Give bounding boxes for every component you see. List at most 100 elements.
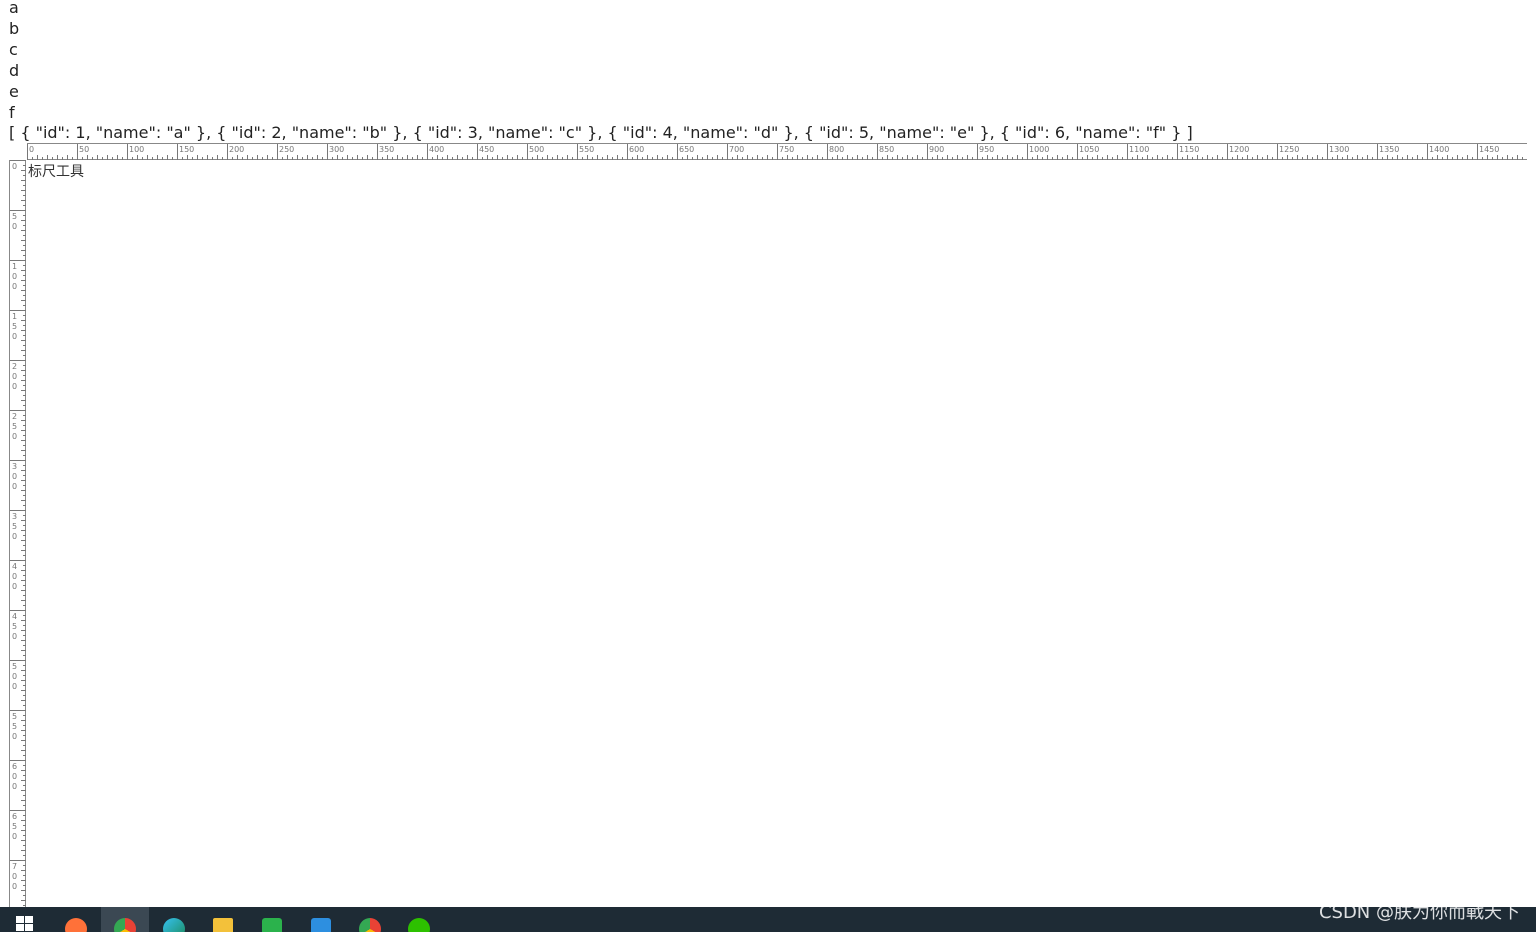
wechat-icon <box>408 918 430 932</box>
ruler-tick-label: 850 <box>879 145 894 154</box>
chrome-icon-2 <box>359 918 381 932</box>
taskbar-wechat[interactable] <box>395 907 443 932</box>
list-item: b <box>9 19 20 38</box>
start-icon <box>16 916 34 932</box>
svg-text:0: 0 <box>12 432 17 441</box>
ruler-tick-label: 400 <box>429 145 444 154</box>
ruler-tick-label: 1350 <box>1379 145 1399 154</box>
ruler-tick-label: 1250 <box>1279 145 1299 154</box>
svg-text:0: 0 <box>12 332 17 341</box>
svg-text:0: 0 <box>12 482 17 491</box>
taskbar-chrome[interactable] <box>101 907 149 932</box>
ruler-tick-label: 1300 <box>1329 145 1349 154</box>
svg-text:5: 5 <box>12 622 17 631</box>
ruler-tick-label: 350 <box>12 512 17 541</box>
svg-text:5: 5 <box>12 322 17 331</box>
svg-text:5: 5 <box>12 822 17 831</box>
svg-text:0: 0 <box>12 772 17 781</box>
ruler-tick-label: 100 <box>12 262 17 291</box>
ruler-tick-label: 1050 <box>1079 145 1099 154</box>
svg-text:5: 5 <box>12 712 17 721</box>
ruler-tick-label: 300 <box>329 145 344 154</box>
vscode-icon <box>311 918 331 932</box>
ruler-tick-label: 1150 <box>1179 145 1199 154</box>
ruler-tick-label: 50 <box>79 145 89 154</box>
ruler-tick-label: 550 <box>12 712 17 741</box>
list-item: d <box>9 61 20 80</box>
horizontal-ruler[interactable]: 0 50 100 150 200 250 300 350 400 450 500 550 600 650 7… <box>27 143 1527 160</box>
list-item: c <box>9 40 18 59</box>
ruler-tick-label: 450 <box>12 612 17 641</box>
firefox-icon <box>65 918 87 932</box>
svg-text:5: 5 <box>12 422 17 431</box>
svg-text:3: 3 <box>12 462 17 471</box>
ruler-tick-label: 1000 <box>1029 145 1049 154</box>
svg-text:0: 0 <box>12 682 17 691</box>
svg-text:6: 6 <box>12 812 17 821</box>
ruler-tick-label: 50 <box>12 212 17 231</box>
ruler-tick-label: 1200 <box>1229 145 1249 154</box>
ruler-tick-label: 650 <box>679 145 694 154</box>
svg-text:0: 0 <box>12 282 17 291</box>
svg-text:0: 0 <box>12 532 17 541</box>
taskbar-firefox[interactable] <box>52 907 100 932</box>
svg-text:5: 5 <box>12 212 17 221</box>
ruler-tick-label: 700 <box>729 145 744 154</box>
svg-text:0: 0 <box>12 382 17 391</box>
ruler-tick-label: 300 <box>12 462 17 491</box>
svg-text:4: 4 <box>12 612 17 621</box>
ruler-tick-label: 950 <box>979 145 994 154</box>
vertical-ruler-ticks: 0501001502002503003504004505005506006507… <box>10 160 26 906</box>
taskbar-hbuilder[interactable] <box>248 907 296 932</box>
svg-text:0: 0 <box>12 372 17 381</box>
ruler-tick-label: 1100 <box>1129 145 1149 154</box>
svg-text:5: 5 <box>12 722 17 731</box>
taskbar-chrome-2[interactable] <box>346 907 394 932</box>
svg-text:0: 0 <box>12 882 17 891</box>
svg-text:1: 1 <box>12 312 17 321</box>
vertical-ruler[interactable]: 0501001502002503003504004505005506006507… <box>9 160 26 907</box>
taskbar-file-explorer[interactable] <box>199 907 247 932</box>
ruler-tick-label: 100 <box>129 145 144 154</box>
svg-text:0: 0 <box>12 782 17 791</box>
ruler-tick-label: 0 <box>29 145 34 154</box>
ruler-tick-label: 250 <box>279 145 294 154</box>
ruler-tick-label: 250 <box>12 412 17 441</box>
letter-list: a b c d e f <box>9 0 19 126</box>
edge-icon <box>163 918 185 932</box>
ruler-tool-label: 标尺工具 <box>28 164 84 180</box>
svg-text:0: 0 <box>12 832 17 841</box>
taskbar-vscode[interactable] <box>297 907 345 932</box>
ruler-tick-label: 150 <box>12 312 17 341</box>
ruler-tick-label: 500 <box>12 662 17 691</box>
ruler-tick-label: 200 <box>12 362 17 391</box>
svg-text:5: 5 <box>12 522 17 531</box>
ruler-tick-label: 800 <box>829 145 844 154</box>
list-item: a <box>9 0 19 17</box>
svg-text:1: 1 <box>12 262 17 271</box>
svg-text:0: 0 <box>12 872 17 881</box>
ruler-tick-label: 150 <box>179 145 194 154</box>
taskbar-edge[interactable] <box>150 907 198 932</box>
ruler-tick-label: 1400 <box>1429 145 1449 154</box>
svg-text:3: 3 <box>12 512 17 521</box>
svg-text:0: 0 <box>12 632 17 641</box>
ruler-tick-label: 350 <box>379 145 394 154</box>
svg-text:0: 0 <box>12 732 17 741</box>
svg-text:0: 0 <box>12 582 17 591</box>
svg-text:0: 0 <box>12 472 17 481</box>
svg-text:0: 0 <box>12 272 17 281</box>
svg-text:4: 4 <box>12 562 17 571</box>
svg-text:0: 0 <box>12 222 17 231</box>
svg-text:2: 2 <box>12 362 17 371</box>
ruler-tick-label: 0 <box>12 162 17 171</box>
ruler-tick-label: 200 <box>229 145 244 154</box>
svg-text:0: 0 <box>12 572 17 581</box>
ruler-tick-label: 650 <box>12 812 17 841</box>
hbuilder-icon <box>262 918 282 932</box>
svg-text:7: 7 <box>12 862 17 871</box>
chrome-icon <box>114 918 136 932</box>
json-output: [ { "id": 1, "name": "a" }, { "id": 2, "… <box>9 123 1193 142</box>
start-button[interactable] <box>0 907 48 932</box>
ruler-tick-label: 550 <box>579 145 594 154</box>
